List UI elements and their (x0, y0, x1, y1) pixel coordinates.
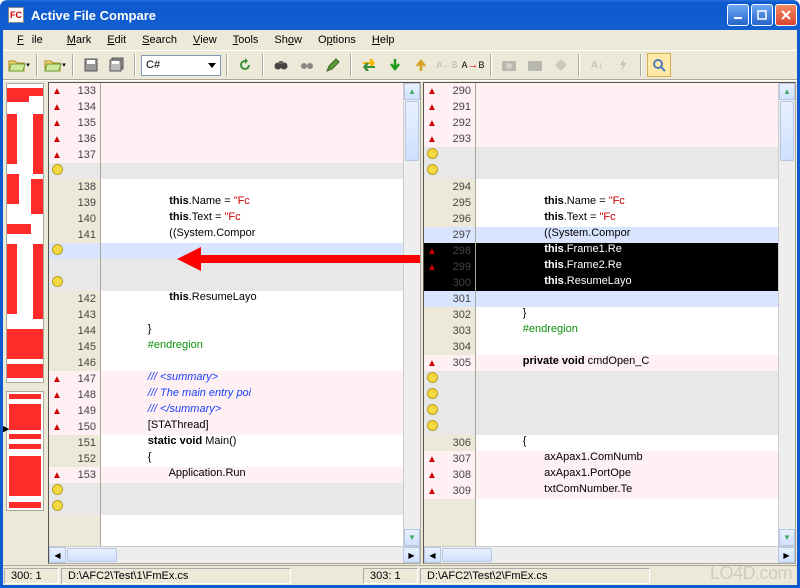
toolbar: ▾ ▾ C# A←B A→B A↓ (3, 50, 797, 80)
font-icon: A↓ (591, 60, 603, 71)
folder-open-icon (44, 57, 62, 73)
camera-icon (527, 58, 543, 72)
sync-button[interactable] (357, 53, 381, 77)
copy-left-icon: A←B (436, 60, 457, 70)
magnifier-icon (651, 57, 667, 73)
copy-right-button[interactable]: A→B (461, 53, 485, 77)
menu-help[interactable]: Help (364, 32, 403, 48)
scroll-right-button[interactable]: ▶ (403, 547, 420, 563)
binoculars-icon (273, 57, 289, 73)
scroll-left-button[interactable]: ◀ (49, 547, 66, 563)
arrow-up-icon (415, 57, 427, 73)
titlebar: FC Active File Compare (0, 0, 800, 30)
save-all-button[interactable] (105, 53, 129, 77)
scroll-left-button[interactable]: ◀ (424, 547, 441, 563)
scroll-down-button[interactable]: ▼ (404, 529, 420, 546)
left-gutter: ▲133▲134▲135▲136▲13713813914014114214314… (49, 83, 101, 546)
find-button[interactable] (269, 53, 293, 77)
right-gutter: ▲290▲291▲292▲293294295296297▲298▲2993003… (424, 83, 476, 546)
menubar: File Mark Edit Search View Tools Show Op… (3, 30, 797, 50)
zoom-button[interactable] (647, 53, 671, 77)
left-vscrollbar[interactable]: ▲ ▼ (403, 83, 420, 546)
menu-search[interactable]: Search (134, 32, 185, 48)
statusbar: 300: 1 D:\AFC2\Test\1\FmEx.cs 303: 1 D:\… (3, 565, 797, 585)
menu-mark[interactable]: Mark (59, 32, 99, 48)
left-code[interactable]: this.Name = "Fc this.Text = "Fc ((System… (101, 83, 403, 546)
overview-map[interactable]: ▶ (3, 81, 47, 565)
save-button[interactable] (79, 53, 103, 77)
open-left-button[interactable]: ▾ (7, 53, 31, 77)
scroll-down-button[interactable]: ▼ (779, 529, 795, 546)
bolt-button[interactable] (611, 53, 635, 77)
language-value: C# (146, 59, 160, 71)
copy-right-icon: A→B (461, 59, 484, 71)
maximize-button[interactable] (751, 4, 773, 26)
next-diff-button[interactable] (383, 53, 407, 77)
right-code[interactable]: this.Name = "Fc this.Text = "Fc ((System… (476, 83, 778, 546)
menu-edit[interactable]: Edit (99, 32, 134, 48)
menu-file[interactable]: File (9, 32, 59, 48)
copy-left-button[interactable]: A←B (435, 53, 459, 77)
binoculars-small-icon (299, 57, 315, 73)
font-button[interactable]: A↓ (585, 53, 609, 77)
scroll-up-button[interactable]: ▲ (404, 83, 420, 100)
left-file-path: D:\AFC2\Test\1\FmEx.cs (61, 568, 291, 584)
right-cursor-pos: 303: 1 (363, 568, 418, 584)
open-right-button[interactable]: ▾ (43, 53, 67, 77)
overview-map-lower[interactable]: ▶ (6, 391, 44, 511)
left-cursor-pos: 300: 1 (4, 568, 59, 584)
right-vscrollbar[interactable]: ▲ ▼ (778, 83, 795, 546)
menu-options[interactable]: Options (310, 32, 364, 48)
arrow-down-icon (389, 57, 401, 73)
left-pane: ▲133▲134▲135▲136▲13713813914014114214314… (48, 82, 421, 564)
floppy-stack-icon (109, 57, 125, 73)
snapshot-button[interactable] (497, 53, 521, 77)
diamond-icon (553, 57, 569, 73)
scroll-thumb[interactable] (67, 548, 117, 562)
scroll-thumb[interactable] (442, 548, 492, 562)
scroll-thumb[interactable] (405, 101, 419, 161)
right-pane: ▲290▲291▲292▲293294295296297▲298▲2993003… (423, 82, 796, 564)
pencil-icon (325, 57, 341, 73)
floppy-icon (83, 57, 99, 73)
chevron-down-icon (208, 63, 216, 68)
refresh-icon (237, 57, 253, 73)
edit-button[interactable] (321, 53, 345, 77)
scroll-up-button[interactable]: ▲ (779, 83, 795, 100)
sync-arrows-icon (360, 57, 378, 73)
left-hscrollbar[interactable]: ◀ ▶ (49, 546, 420, 563)
camera-icon (501, 58, 517, 72)
minimize-button[interactable] (727, 4, 749, 26)
app-icon: FC (8, 7, 24, 23)
right-hscrollbar[interactable]: ◀ ▶ (424, 546, 795, 563)
scroll-thumb[interactable] (780, 101, 794, 161)
scroll-right-button[interactable]: ▶ (778, 547, 795, 563)
menu-show[interactable]: Show (266, 32, 310, 48)
diff-arrow-icon (199, 255, 420, 263)
watermark: LO4D.com (710, 563, 792, 584)
language-select[interactable]: C# (141, 55, 221, 76)
folder-open-icon (8, 57, 26, 73)
close-button[interactable] (775, 4, 797, 26)
menu-tools[interactable]: Tools (225, 32, 267, 48)
find-next-button[interactable] (295, 53, 319, 77)
bolt-icon (617, 57, 629, 73)
snapshot2-button[interactable] (523, 53, 547, 77)
window-title: Active File Compare (29, 8, 727, 23)
refresh-button[interactable] (233, 53, 257, 77)
prefs-button[interactable] (549, 53, 573, 77)
overview-map-upper[interactable] (6, 83, 44, 383)
right-file-path: D:\AFC2\Test\2\FmEx.cs (420, 568, 650, 584)
menu-view[interactable]: View (185, 32, 225, 48)
prev-diff-button[interactable] (409, 53, 433, 77)
